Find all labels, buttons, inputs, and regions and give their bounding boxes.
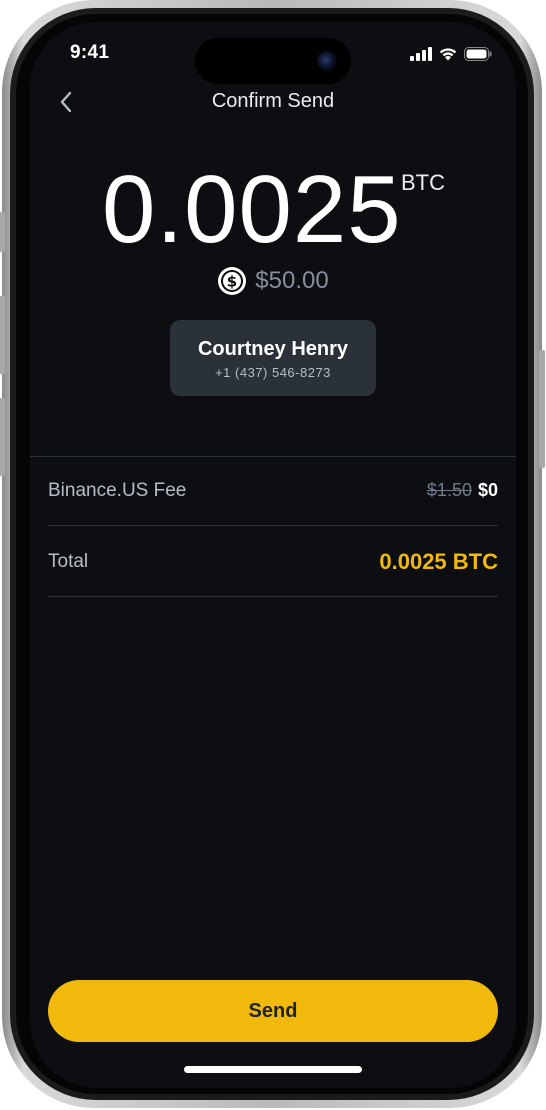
amount-display: 0.0025 BTC (30, 160, 516, 260)
send-button[interactable]: Send (48, 980, 498, 1042)
front-camera (317, 51, 337, 71)
svg-text:$: $ (227, 273, 237, 291)
fee-original: $1.50 (426, 480, 472, 500)
fee-values: $1.50 $0 (427, 480, 498, 501)
fiat-equivalent: $ $50.00 (30, 266, 516, 296)
status-time: 9:41 (70, 42, 110, 63)
fee-label: Binance.US Fee (48, 479, 187, 501)
recipient-card[interactable]: Courtney Henry +1 (437) 546-8273 (170, 320, 376, 396)
total-label: Total (48, 550, 89, 572)
page-title: Confirm Send (211, 90, 335, 112)
usd-coin-icon: $ (217, 266, 247, 296)
wifi-icon (439, 48, 457, 61)
volume-up-button (0, 296, 5, 374)
battery-icon (464, 46, 492, 61)
recipient-phone: +1 (437) 546-8273 (215, 365, 331, 380)
crypto-amount: 0.0025 (102, 156, 402, 263)
home-indicator (184, 1066, 362, 1073)
status-icons (410, 46, 492, 61)
total-row: Total 0.0025 BTC (48, 527, 498, 597)
recipient-name: Courtney Henry (197, 338, 349, 360)
app-screen: 9:41 Confirm Send 0.0025 BTC $ $50.00 Co… (30, 22, 516, 1088)
dynamic-island (195, 38, 351, 84)
volume-down-button (0, 398, 5, 476)
fee-current: $0 (477, 480, 498, 500)
crypto-unit: BTC (401, 170, 445, 195)
power-button (539, 350, 545, 468)
fiat-value: $50.00 (255, 267, 329, 294)
silent-switch (0, 212, 5, 252)
total-value: 0.0025 BTC (379, 548, 498, 574)
fee-row: Binance.US Fee $1.50 $0 (48, 456, 498, 526)
cellular-signal-icon (410, 46, 432, 61)
